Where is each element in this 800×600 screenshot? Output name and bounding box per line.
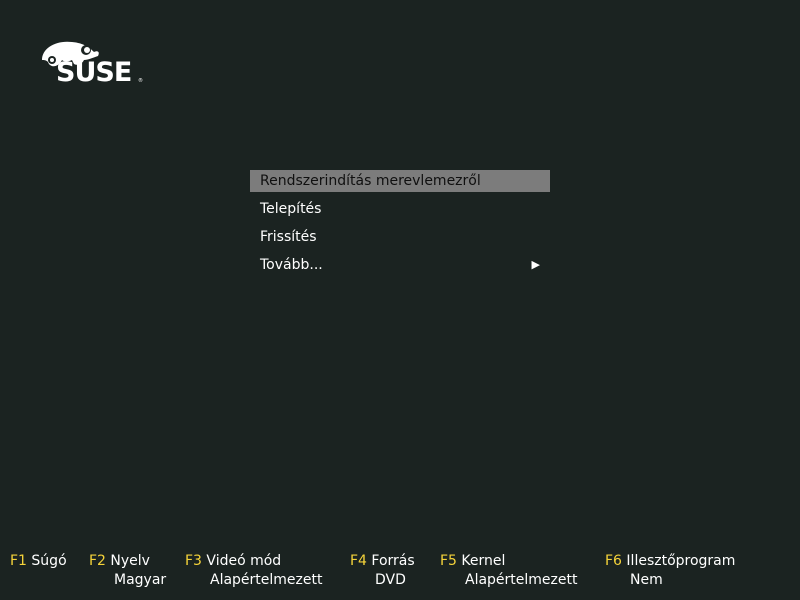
fkey-f3-video-mode[interactable]: F3 Videó mód Alapértelmezett xyxy=(185,550,323,588)
fkey-f1-help[interactable]: F1 Súgó xyxy=(10,550,67,572)
fkey-label: Forrás xyxy=(371,553,415,569)
suse-logo: SUSE ® xyxy=(38,38,148,90)
fkey-value: Alapértelmezett xyxy=(210,572,323,588)
fkey-key: F1 xyxy=(10,553,27,569)
menu-item-installation[interactable]: Telepítés xyxy=(250,198,550,220)
menu-item-label: Tovább... xyxy=(260,257,323,273)
menu-item-more[interactable]: Tovább... ▶ xyxy=(250,254,550,276)
fkey-key: F5 xyxy=(440,553,457,569)
function-key-bar: F1 Súgó F2 Nyelv Magyar F3 Videó mód Ala… xyxy=(0,550,800,600)
fkey-label: Kernel xyxy=(461,553,506,569)
fkey-f6-driver[interactable]: F6 Illesztőprogram Nem xyxy=(605,550,736,588)
menu-item-label: Rendszerindítás merevlemezről xyxy=(260,173,481,189)
registered-mark: ® xyxy=(138,78,143,84)
menu-item-label: Telepítés xyxy=(260,201,322,217)
fkey-label: Videó mód xyxy=(206,553,282,569)
submenu-arrow-icon: ▶ xyxy=(531,258,540,271)
fkey-value: DVD xyxy=(375,572,406,588)
fkey-key: F4 xyxy=(350,553,367,569)
boot-menu: Rendszerindítás merevlemezről Telepítés … xyxy=(250,170,550,282)
fkey-value: Magyar xyxy=(114,572,167,588)
fkey-key: F2 xyxy=(89,553,106,569)
fkey-label: Súgó xyxy=(31,553,67,569)
menu-item-upgrade[interactable]: Frissítés xyxy=(250,226,550,248)
fkey-f2-language[interactable]: F2 Nyelv Magyar xyxy=(89,550,166,588)
fkey-value: Nem xyxy=(630,572,663,588)
fkey-label: Nyelv xyxy=(110,553,150,569)
fkey-value: Alapértelmezett xyxy=(465,572,578,588)
logo-wordmark: SUSE xyxy=(56,57,132,88)
fkey-f5-kernel[interactable]: F5 Kernel Alapértelmezett xyxy=(440,550,578,588)
fkey-label: Illesztőprogram xyxy=(626,553,736,569)
menu-item-boot-hard-disk[interactable]: Rendszerindítás merevlemezről xyxy=(250,170,550,192)
menu-item-label: Frissítés xyxy=(260,229,317,245)
fkey-f4-source[interactable]: F4 Forrás DVD xyxy=(350,550,415,588)
fkey-key: F6 xyxy=(605,553,622,569)
fkey-key: F3 xyxy=(185,553,202,569)
